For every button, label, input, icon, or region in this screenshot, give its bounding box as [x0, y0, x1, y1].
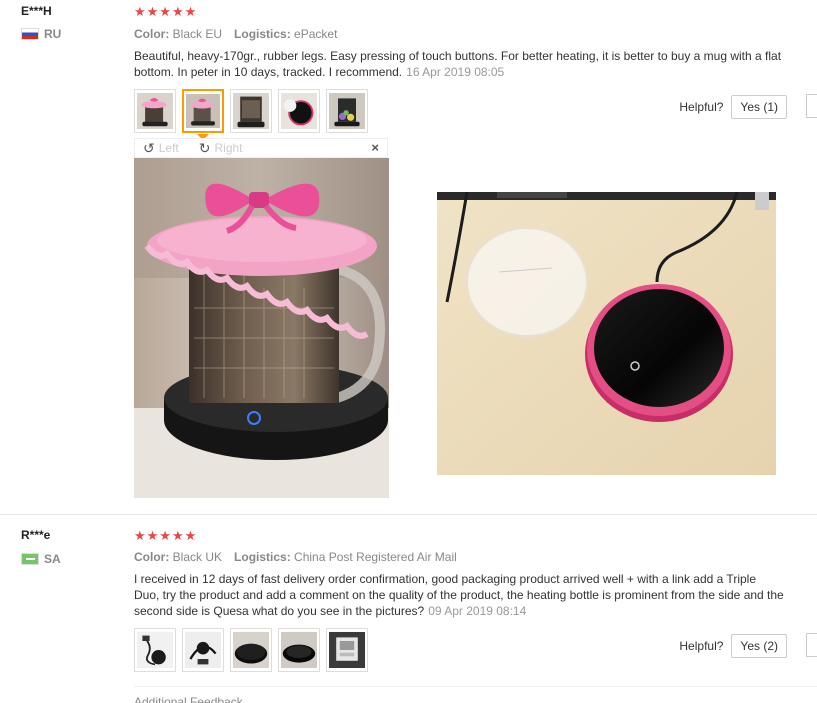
reviewer-country: RU — [21, 27, 61, 41]
order-attributes: Color: Black UK Logistics: China Post Re… — [134, 550, 457, 564]
mug-dark-thumbnail — [233, 93, 269, 129]
review-thumbnail[interactable] — [134, 628, 176, 672]
reviewer-name: E***H — [21, 4, 52, 18]
order-attributes: Color: Black EU Logistics: ePacket — [134, 27, 337, 41]
helpful-yes-button[interactable]: Yes (2) — [731, 634, 787, 658]
ru-flag-icon — [21, 28, 39, 40]
reviewer-name: R***e — [21, 528, 51, 542]
warmer-black-thumbnail — [233, 632, 269, 668]
review-date: 16 Apr 2019 08:05 — [406, 65, 505, 79]
logistics-value: ePacket — [294, 27, 338, 41]
review-thumbnail[interactable] — [230, 628, 272, 672]
review-thumbnail[interactable] — [182, 628, 224, 672]
warmer-thumbnail — [281, 93, 317, 129]
review-thumbnail-selected[interactable] — [182, 89, 224, 140]
close-icon[interactable]: × — [371, 140, 379, 155]
rotate-right-icon: ↻ — [198, 139, 211, 156]
next-review-edge-button[interactable] — [806, 94, 817, 118]
warmer-cable-thumbnail — [185, 632, 221, 668]
color-value: Black EU — [172, 27, 223, 41]
rotate-left-icon: ↺ — [143, 139, 155, 156]
review-text: I received in 12 days of fast delivery o… — [134, 571, 784, 619]
color-label: Color: — [134, 550, 170, 564]
helpful-label: Helpful? — [679, 639, 724, 653]
review-thumbnails — [134, 628, 368, 672]
review-photo-side[interactable] — [437, 192, 776, 475]
cable-thumbnail — [137, 632, 173, 668]
review-text: Beautiful, heavy-170gr., rubber legs. Ea… — [134, 48, 784, 80]
box-thumbnail — [329, 632, 365, 668]
mug-pink-lid-thumbnail — [137, 93, 173, 129]
next-review-edge-button[interactable] — [806, 633, 817, 657]
mug-pink-lid-thumbnail — [186, 94, 220, 128]
color-label: Color: — [134, 27, 170, 41]
country-code: SA — [44, 552, 61, 566]
mug-on-warmer-photo — [134, 158, 389, 498]
color-value: Black UK — [172, 550, 223, 564]
helpful-vote: Helpful? Yes (2) — [679, 634, 787, 658]
helpful-vote: Helpful? Yes (1) — [679, 95, 787, 119]
review-thumbnail[interactable] — [278, 628, 320, 672]
mug-flowers-thumbnail — [329, 93, 365, 129]
review-item: E***H RU ★★★★★ Color: Black EU Logistics… — [0, 0, 817, 515]
review-date: 09 Apr 2019 08:14 — [428, 604, 527, 618]
star-rating: ★★★★★ — [134, 4, 198, 19]
sa-flag-icon — [21, 553, 39, 565]
warmer-pad-photo — [437, 192, 776, 475]
rotate-left-button[interactable]: ↺ Left — [143, 140, 179, 157]
helpful-yes-button[interactable]: Yes (1) — [731, 95, 787, 119]
review-item: R***e SA ★★★★★ Color: Black UK Logistics… — [0, 515, 817, 703]
logistics-label: Logistics: — [234, 27, 291, 41]
divider — [134, 686, 817, 687]
logistics-label: Logistics: — [234, 550, 291, 564]
review-thumbnail[interactable] — [230, 89, 272, 133]
review-thumbnail[interactable] — [278, 89, 320, 133]
image-viewer-toolbar: ↺ Left ↻ Right × — [134, 138, 388, 158]
country-code: RU — [44, 27, 62, 41]
logistics-value: China Post Registered Air Mail — [294, 550, 457, 564]
review-photo-large[interactable] — [134, 158, 389, 498]
additional-feedback-heading: Additional Feedback — [134, 695, 243, 703]
helpful-label: Helpful? — [679, 100, 724, 114]
rotate-right-label: Right — [214, 141, 243, 155]
review-thumbnail[interactable] — [134, 89, 176, 133]
rotate-left-label: Left — [158, 141, 179, 155]
review-thumbnails — [134, 89, 368, 140]
rotate-right-button[interactable]: ↻ Right — [199, 140, 243, 157]
star-rating: ★★★★★ — [134, 528, 198, 543]
review-thumbnail[interactable] — [326, 628, 368, 672]
review-thumbnail[interactable] — [326, 89, 368, 133]
warmer-top-thumbnail — [281, 632, 317, 668]
reviewer-country: SA — [21, 552, 61, 566]
